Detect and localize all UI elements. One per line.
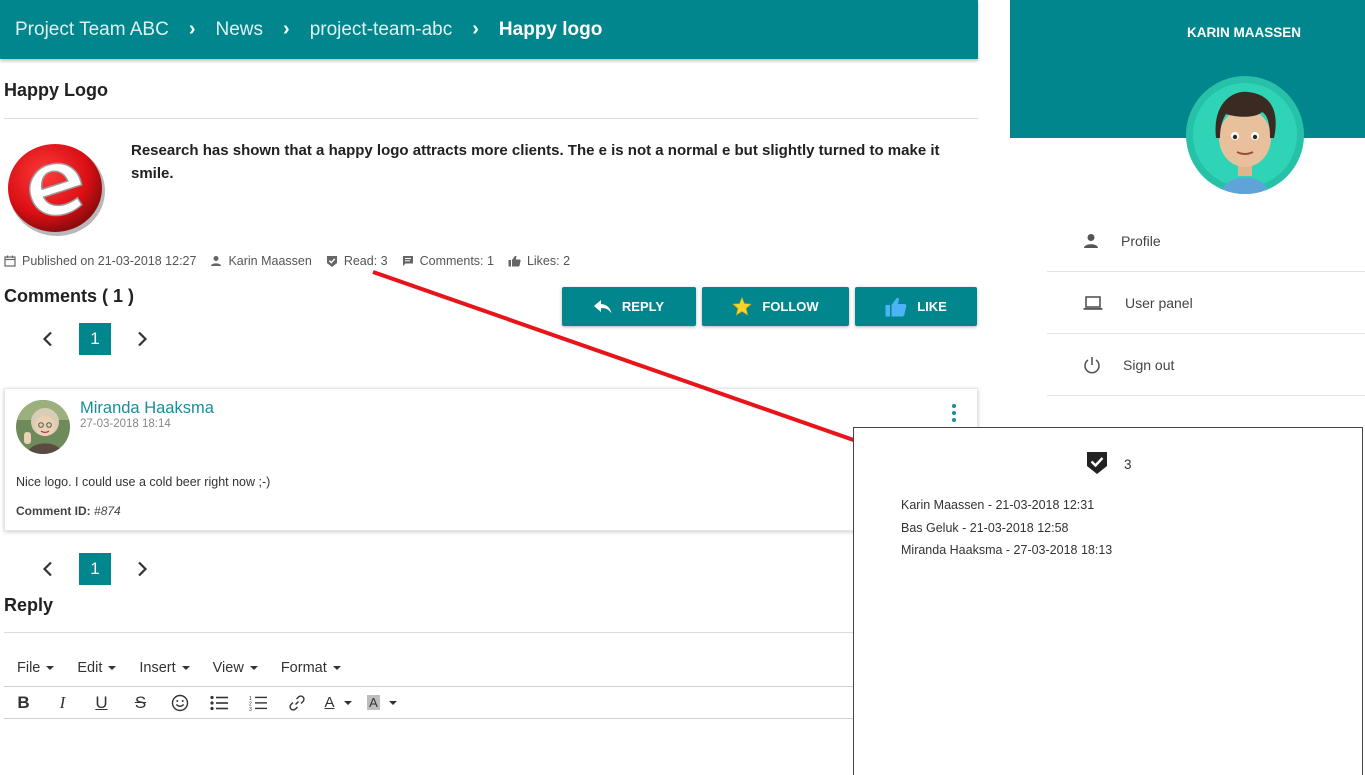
meta-comments[interactable]: Comments: 1 xyxy=(402,254,494,268)
comment-timestamp: 27-03-2018 18:14 xyxy=(80,418,171,430)
page-number[interactable]: 1 xyxy=(79,323,111,355)
readers-popup: 3 Karin Maassen - 21-03-2018 12:31 Bas G… xyxy=(853,427,1363,775)
divider xyxy=(4,632,864,633)
caret-down-icon xyxy=(332,666,341,670)
list-item: Karin Maassen - 21-03-2018 12:31 xyxy=(901,498,1095,512)
chevron-left-icon[interactable] xyxy=(37,328,59,350)
reply-title: Reply xyxy=(4,595,54,615)
caret-down-icon xyxy=(181,666,190,670)
reply-icon xyxy=(593,299,612,313)
menu-file[interactable]: File xyxy=(17,660,55,676)
meta-author[interactable]: Karin Maassen xyxy=(210,254,312,268)
editor-toolbar: B I U S 123 A A xyxy=(4,686,864,719)
background-color-icon[interactable]: A xyxy=(360,688,404,718)
page-title: Happy Logo xyxy=(4,80,108,100)
menu-insert[interactable]: Insert xyxy=(139,660,190,676)
chevron-right-icon[interactable] xyxy=(131,558,153,580)
chevron-right-icon[interactable] xyxy=(131,328,153,350)
thumbs-up-icon xyxy=(508,255,521,267)
bold-icon[interactable]: B xyxy=(4,688,43,718)
bullet-list-icon[interactable] xyxy=(199,688,238,718)
editor-menubar: File Edit Insert View Format xyxy=(4,660,351,676)
svg-text:3: 3 xyxy=(249,707,252,711)
power-icon xyxy=(1084,356,1100,373)
meta-published: Published on 21-03-2018 12:27 xyxy=(4,254,196,268)
link-icon[interactable] xyxy=(277,688,316,718)
comment-card: Miranda Haaksma 27-03-2018 18:14 Nice lo… xyxy=(4,388,978,531)
like-button[interactable]: LIKE xyxy=(855,287,977,326)
comment-id: Comment ID: #874 xyxy=(16,504,121,518)
divider xyxy=(4,118,978,119)
chevron-right-icon: › xyxy=(188,18,196,40)
sidebar-item-profile[interactable]: Profile xyxy=(1047,210,1365,272)
sidebar-item-user-panel[interactable]: User panel xyxy=(1047,272,1365,334)
reply-button[interactable]: REPLY xyxy=(562,287,696,326)
caret-down-icon xyxy=(46,666,55,670)
menu-view[interactable]: View xyxy=(213,660,258,676)
breadcrumb: Project Team ABC › News › project-team-a… xyxy=(0,0,978,59)
breadcrumb-current: Happy logo xyxy=(498,18,603,40)
numbered-list-icon[interactable]: 123 xyxy=(238,688,277,718)
comment-id-value: #874 xyxy=(94,504,121,518)
chevron-left-icon[interactable] xyxy=(37,558,59,580)
calendar-icon xyxy=(4,255,16,267)
shield-check-icon xyxy=(326,255,337,267)
pagination-top: 1 xyxy=(37,323,153,355)
shield-check-icon xyxy=(1087,452,1107,474)
page-number[interactable]: 1 xyxy=(79,553,111,585)
italic-icon[interactable]: I xyxy=(43,688,82,718)
sidebar-item-sign-out[interactable]: Sign out xyxy=(1047,334,1365,396)
caret-down-icon xyxy=(249,666,258,670)
star-icon xyxy=(732,297,753,316)
chevron-right-icon: › xyxy=(472,18,479,40)
strikethrough-icon[interactable]: S xyxy=(121,688,160,718)
avatar[interactable] xyxy=(16,400,70,454)
menu-edit[interactable]: Edit xyxy=(77,660,117,676)
chevron-right-icon: › xyxy=(283,18,290,40)
list-item: Miranda Haaksma - 27-03-2018 18:13 xyxy=(901,543,1113,557)
readers-list: Karin Maassen - 21-03-2018 12:31 Bas Gel… xyxy=(901,494,1112,562)
article-body: Research has shown that a happy logo att… xyxy=(131,142,940,182)
comment-text: Nice logo. I could use a cold beer right… xyxy=(16,475,271,489)
meta-read[interactable]: Read: 3 xyxy=(326,254,388,268)
breadcrumb-channel[interactable]: project-team-abc xyxy=(310,19,453,41)
meta-likes[interactable]: Likes: 2 xyxy=(508,254,570,268)
pagination-bottom: 1 xyxy=(37,553,153,585)
comment-author[interactable]: Miranda Haaksma xyxy=(80,399,214,418)
breadcrumb-project[interactable]: Project Team ABC xyxy=(15,19,169,41)
list-item: Bas Geluk - 21-03-2018 12:58 xyxy=(901,520,1069,535)
breadcrumb-news[interactable]: News xyxy=(216,19,264,41)
person-icon xyxy=(211,256,222,266)
emoji-icon[interactable] xyxy=(160,688,199,718)
read-count: 3 xyxy=(1124,457,1132,472)
user-name: KARIN MAASSEN xyxy=(1187,25,1302,40)
thumbs-up-icon xyxy=(885,297,907,316)
comment-icon xyxy=(402,256,413,266)
more-vert-icon[interactable] xyxy=(950,403,958,428)
article-meta: Published on 21-03-2018 12:27 Karin Maas… xyxy=(4,254,584,268)
avatar[interactable] xyxy=(1186,76,1304,194)
caret-down-icon xyxy=(108,666,117,670)
comments-title: Comments ( 1 ) xyxy=(4,286,135,306)
comment-id-label: Comment ID: xyxy=(16,504,91,518)
article-image xyxy=(4,138,110,238)
underline-icon[interactable]: U xyxy=(82,688,121,718)
text-color-icon[interactable]: A xyxy=(316,688,360,718)
menu-format[interactable]: Format xyxy=(281,660,341,676)
person-icon xyxy=(1084,233,1098,248)
follow-button[interactable]: FOLLOW xyxy=(702,287,849,326)
laptop-icon xyxy=(1083,295,1103,310)
